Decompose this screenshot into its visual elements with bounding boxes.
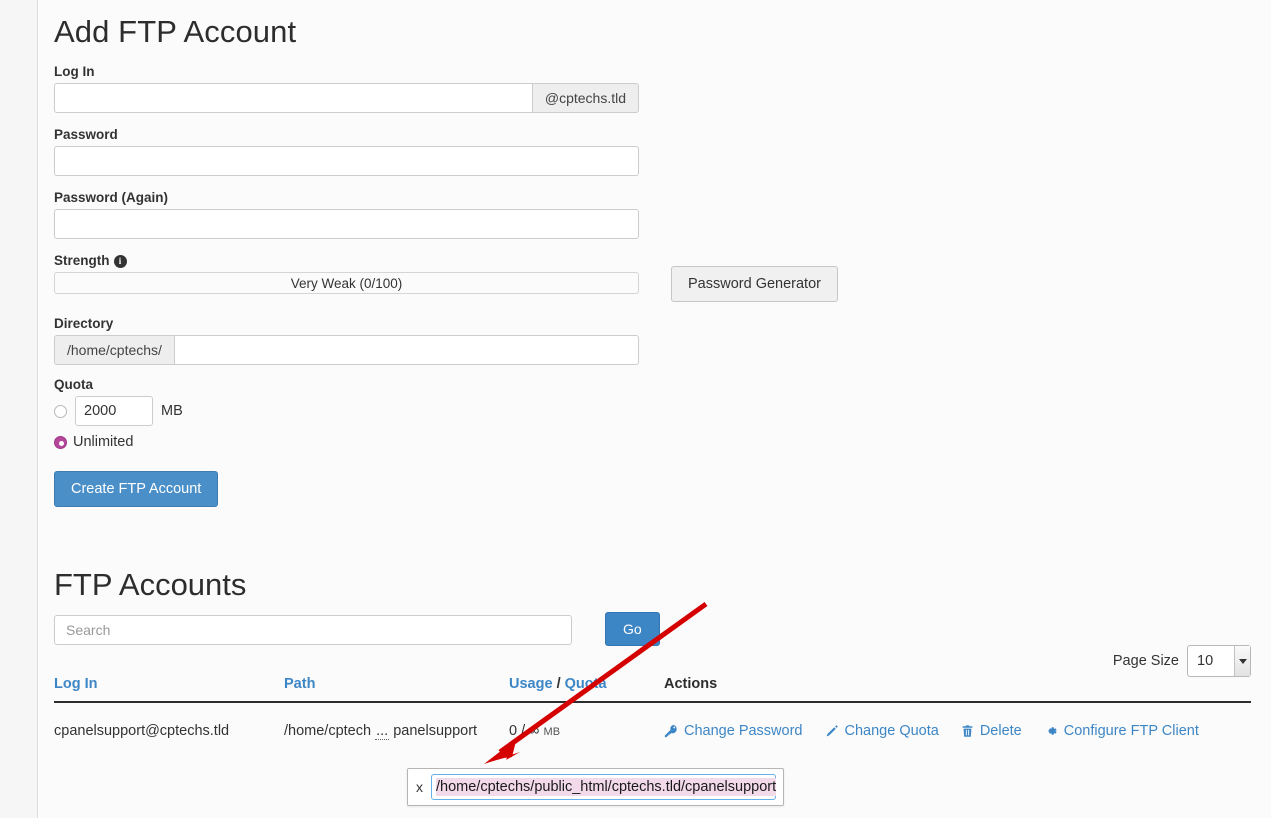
directory-label: Directory — [54, 316, 114, 331]
column-header-quota-link[interactable]: Quota — [565, 676, 607, 692]
cell-login: cpanelsupport@cptechs.tld — [54, 723, 230, 739]
close-icon[interactable]: x — [415, 780, 425, 794]
path-edit-popup: x /home/cptechs/public_html/cptechs.tld/… — [407, 768, 784, 806]
path-expand-ellipsis[interactable]: ... — [375, 723, 390, 740]
ftp-accounts-title: FTP Accounts — [54, 567, 247, 602]
key-icon — [664, 724, 678, 738]
quota-unlimited-label: Unlimited — [73, 434, 134, 450]
table-row: cpanelsupport@cptechs.tld /home/cptech .… — [54, 702, 1251, 740]
info-icon[interactable]: i — [113, 254, 127, 268]
usage-unit: MB — [543, 726, 561, 738]
column-header-login[interactable]: Log In — [54, 676, 284, 703]
search-input[interactable] — [54, 615, 572, 645]
directory-input[interactable] — [173, 335, 639, 365]
table-header-row: Log In Path Usage / Quota Actions — [54, 676, 1251, 703]
create-ftp-account-button[interactable]: Create FTP Account — [54, 471, 219, 507]
usage-used: 0 — [509, 723, 518, 739]
page-title: Add FTP Account — [54, 14, 297, 49]
page-size-value: 10 — [1197, 653, 1214, 669]
cell-usage-quota: 0 / ∞ MB — [509, 702, 664, 739]
change-quota-label: Change Quota — [844, 723, 939, 739]
password-generator-button[interactable]: Password Generator — [671, 266, 838, 302]
cell-path: /home/cptech ... panelsupport — [284, 702, 509, 740]
strength-label: Strength i — [54, 253, 1251, 268]
column-header-login-link[interactable]: Log In — [54, 676, 98, 692]
trash-icon — [961, 724, 974, 738]
page-size-select[interactable]: 10 — [1187, 645, 1251, 677]
quota-unlimited-radio[interactable] — [54, 435, 67, 449]
quota-unit-label: MB — [161, 403, 183, 419]
directory-prefix: /home/cptechs/ — [54, 335, 174, 365]
page-size-control: Page Size 10 — [1113, 645, 1251, 677]
usage-quota: ∞ — [529, 723, 540, 739]
page-content: Add FTP Account Log In @cptechs.tld Pass… — [39, 0, 1271, 818]
configure-ftp-client-label: Configure FTP Client — [1063, 723, 1199, 739]
quota-limited-radio[interactable] — [54, 404, 67, 418]
change-quota-action[interactable]: Change Quota — [825, 723, 939, 739]
gear-icon — [1044, 724, 1058, 738]
column-header-separator: / — [556, 676, 561, 692]
path-edit-input-wrap: /home/cptechs/public_html/cptechs.tld/cp… — [431, 774, 777, 800]
login-domain-addon: @cptechs.tld — [531, 83, 639, 113]
chevron-down-icon[interactable] — [1234, 646, 1250, 676]
cell-actions: Change Password Change Quota Delete Conf… — [664, 702, 1251, 739]
password-input[interactable] — [54, 146, 639, 176]
quota-unlimited-row[interactable]: Unlimited — [54, 434, 1251, 450]
quota-amount-input[interactable] — [75, 396, 153, 426]
password-label: Password — [54, 127, 118, 142]
quota-label: Quota — [54, 377, 93, 392]
directory-input-group: /home/cptechs/ — [54, 335, 639, 365]
quota-limited-row: MB — [54, 396, 1251, 426]
left-gutter — [0, 0, 38, 818]
column-header-usage-quota[interactable]: Usage / Quota — [509, 676, 664, 703]
change-password-action[interactable]: Change Password — [664, 723, 803, 739]
column-header-actions: Actions — [664, 676, 1251, 703]
password-strength-bar: Very Weak (0/100) — [54, 272, 639, 294]
ftp-accounts-table: Log In Path Usage / Quota Actions cpanel… — [54, 676, 1251, 740]
usage-separator: / — [521, 723, 526, 739]
column-header-path-link[interactable]: Path — [284, 676, 315, 692]
path-suffix: panelsupport — [393, 723, 478, 739]
path-prefix: /home/cptech — [284, 723, 372, 739]
delete-action[interactable]: Delete — [961, 723, 1022, 739]
column-header-path[interactable]: Path — [284, 676, 509, 703]
strength-label-text: Strength — [54, 253, 110, 268]
login-label: Log In — [54, 64, 95, 79]
configure-ftp-client-action[interactable]: Configure FTP Client — [1044, 723, 1199, 739]
change-password-label: Change Password — [684, 723, 803, 739]
password-again-input[interactable] — [54, 209, 639, 239]
search-go-button[interactable]: Go — [605, 612, 660, 646]
column-header-usage-link[interactable]: Usage — [509, 676, 553, 692]
login-input[interactable] — [54, 83, 532, 113]
pencil-icon — [825, 724, 839, 738]
search-row: Go — [54, 612, 1251, 646]
password-again-label: Password (Again) — [54, 190, 169, 205]
page-size-label: Page Size — [1112, 653, 1179, 669]
delete-label: Delete — [979, 723, 1022, 739]
path-edit-input[interactable] — [431, 774, 776, 800]
login-input-group: @cptechs.tld — [54, 83, 639, 113]
